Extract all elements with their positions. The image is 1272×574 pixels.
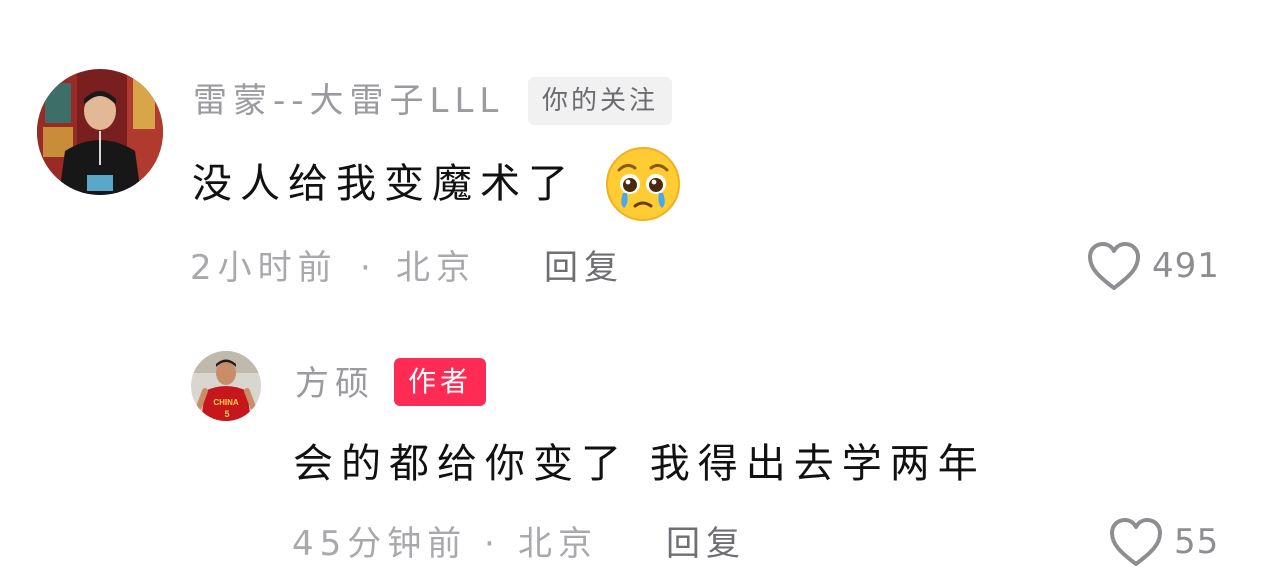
like-button[interactable]: 491 bbox=[1086, 240, 1220, 292]
comment-time: 45分钟前 bbox=[292, 524, 468, 564]
avatar-image bbox=[37, 69, 163, 195]
following-badge: 你的关注 bbox=[528, 77, 673, 125]
heart-outline-icon bbox=[1108, 516, 1164, 568]
avatar-jersey-text: CHINA bbox=[213, 398, 239, 407]
like-button[interactable]: 55 bbox=[1108, 516, 1219, 568]
heart-outline-icon bbox=[1086, 240, 1142, 292]
comment-username[interactable]: 雷蒙--大雷子LLL bbox=[193, 81, 504, 121]
comment-text: 会的都给你变了 我得出去学两年 bbox=[293, 441, 986, 487]
like-count: 491 bbox=[1152, 246, 1220, 286]
comment-text: 没人给我变魔术了 bbox=[192, 161, 576, 207]
pleading-face-crying-icon bbox=[605, 146, 681, 222]
comment-location: 北京 bbox=[396, 248, 476, 288]
avatar[interactable] bbox=[37, 69, 163, 195]
reply-button[interactable]: 回复 bbox=[544, 246, 624, 290]
comment-location: 北京 bbox=[518, 524, 598, 564]
reply-comment-item: CHINA 5 方硕 作者 会的都给你变了 我得出去学两年 45分钟前 · 北京… bbox=[0, 300, 1272, 574]
meta-separator: · bbox=[360, 248, 377, 288]
author-badge: 作者 bbox=[394, 358, 487, 406]
comment-item: 雷蒙--大雷子LLL 你的关注 没人给我变魔术了 2小时前 · 北京 回复 49… bbox=[0, 0, 1272, 300]
meta-separator: · bbox=[484, 524, 501, 564]
like-count: 55 bbox=[1174, 522, 1220, 562]
svg-text:5: 5 bbox=[224, 409, 229, 419]
avatar[interactable]: CHINA 5 bbox=[191, 351, 261, 421]
comment-username[interactable]: 方硕 bbox=[295, 364, 375, 404]
comment-time: 2小时前 bbox=[190, 248, 338, 288]
reply-button[interactable]: 回复 bbox=[666, 522, 746, 566]
avatar-image: CHINA 5 bbox=[191, 351, 261, 421]
